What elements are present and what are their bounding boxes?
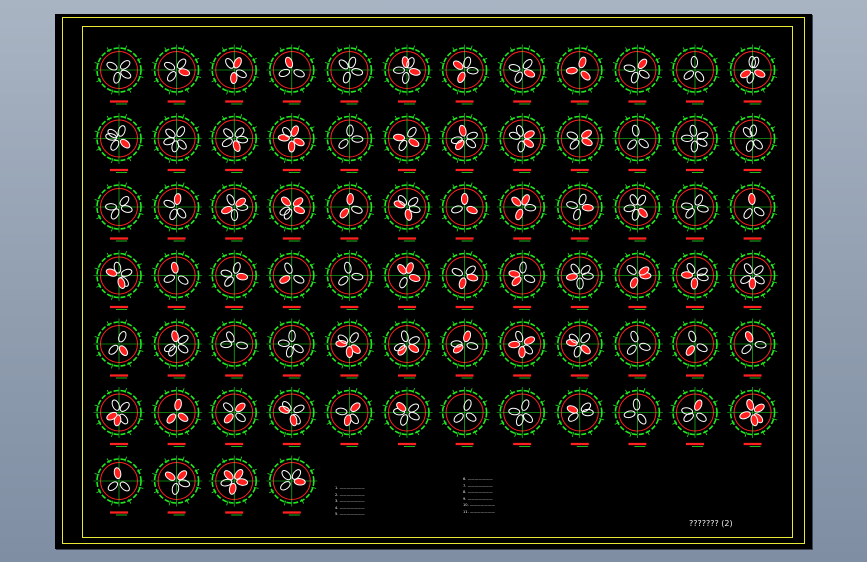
- note-line: 10. ———————: [463, 503, 496, 508]
- section-detail: [611, 250, 663, 310]
- section-detail: [93, 44, 145, 105]
- section-detail: [727, 318, 779, 379]
- section-detail: [669, 44, 721, 105]
- section-detail: [323, 318, 375, 379]
- section-detail: [93, 181, 145, 242]
- section-detail: [93, 387, 145, 447]
- section-detail: [151, 455, 203, 516]
- section-detail: [727, 113, 779, 173]
- note-line: 11. ———————: [463, 509, 496, 514]
- section-detail: [611, 44, 663, 105]
- section-detail: [266, 44, 318, 105]
- section-detail: [439, 44, 491, 105]
- section-detail: [381, 250, 433, 310]
- section-detail: [439, 181, 491, 242]
- section-detail: [669, 250, 721, 310]
- section-detail: [727, 387, 779, 447]
- section-detail: [669, 318, 721, 379]
- section-detail: [93, 455, 145, 516]
- section-detail: [151, 250, 203, 310]
- section-detail: [381, 318, 433, 379]
- section-detail: [727, 181, 779, 242]
- section-detail: [496, 387, 548, 447]
- section-detail: [611, 318, 663, 379]
- section-detail: [208, 387, 260, 447]
- section-detail: [151, 387, 203, 447]
- section-detail: [554, 44, 606, 105]
- section-detail: [323, 181, 375, 242]
- note-line: 8. ———————: [463, 490, 493, 495]
- section-detail: [93, 250, 145, 310]
- section-detail: [208, 44, 260, 105]
- section-detail: [381, 44, 433, 105]
- note-line: 4. ———————: [335, 505, 365, 510]
- section-drawings: [93, 44, 779, 516]
- note-line: 2. ———————: [335, 492, 365, 497]
- section-detail: [208, 113, 260, 173]
- note-line: 1. ———————: [335, 486, 365, 490]
- section-detail: [439, 250, 491, 310]
- section-detail: [554, 387, 606, 447]
- section-detail: [554, 250, 606, 310]
- section-detail: [323, 44, 375, 105]
- section-detail: [381, 387, 433, 447]
- section-detail: [323, 113, 375, 173]
- section-detail: [151, 181, 203, 242]
- section-detail: [727, 44, 779, 105]
- section-detail: [93, 113, 145, 173]
- section-detail: [266, 113, 318, 173]
- section-detail: [554, 113, 606, 173]
- section-detail: [496, 318, 548, 379]
- note-line: 9. ———————: [463, 496, 493, 501]
- section-detail: [151, 44, 203, 105]
- section-detail: [208, 181, 260, 242]
- section-detail: [323, 387, 375, 447]
- section-detail: [439, 387, 491, 447]
- section-detail: [611, 387, 663, 447]
- section-detail: [151, 113, 203, 173]
- section-detail: [151, 318, 203, 379]
- section-detail: [208, 318, 260, 379]
- section-detail: [439, 113, 491, 173]
- section-detail: [266, 387, 318, 447]
- note-line: 5. ———————: [335, 512, 365, 517]
- section-detail: [208, 455, 260, 516]
- section-detail: [266, 318, 318, 379]
- section-detail: [727, 250, 779, 310]
- section-detail: [496, 181, 548, 242]
- section-detail: [323, 250, 375, 310]
- drawing-sheet: 1. ——————— 2. ——————— 3. ——————— 4. ———————…: [55, 14, 812, 549]
- section-detail: [266, 455, 318, 516]
- section-detail: [266, 250, 318, 310]
- note-line: 6. ———————: [463, 477, 493, 481]
- section-detail: [554, 318, 606, 379]
- section-detail: [669, 181, 721, 242]
- section-detail: [496, 113, 548, 173]
- section-detail: [93, 318, 145, 379]
- notes-right: 6. ——————— 7. ——————— 8. ——————— 9. ———————…: [463, 476, 495, 516]
- note-line: 7. ———————: [463, 483, 493, 488]
- section-detail: [669, 387, 721, 447]
- section-detail: [208, 250, 260, 310]
- section-detail: [611, 113, 663, 173]
- section-detail: [381, 113, 433, 173]
- sheet-title: ??????? (2): [689, 519, 733, 528]
- section-detail: [611, 181, 663, 242]
- section-detail: [381, 181, 433, 242]
- section-detail: [496, 250, 548, 310]
- section-detail: [669, 113, 721, 173]
- section-detail: [554, 181, 606, 242]
- section-detail: [496, 44, 548, 105]
- section-detail: [439, 318, 491, 379]
- section-detail: [266, 181, 318, 242]
- notes-left: 1. ——————— 2. ——————— 3. ——————— 4. ———————…: [335, 485, 365, 518]
- note-line: 3. ———————: [335, 499, 365, 504]
